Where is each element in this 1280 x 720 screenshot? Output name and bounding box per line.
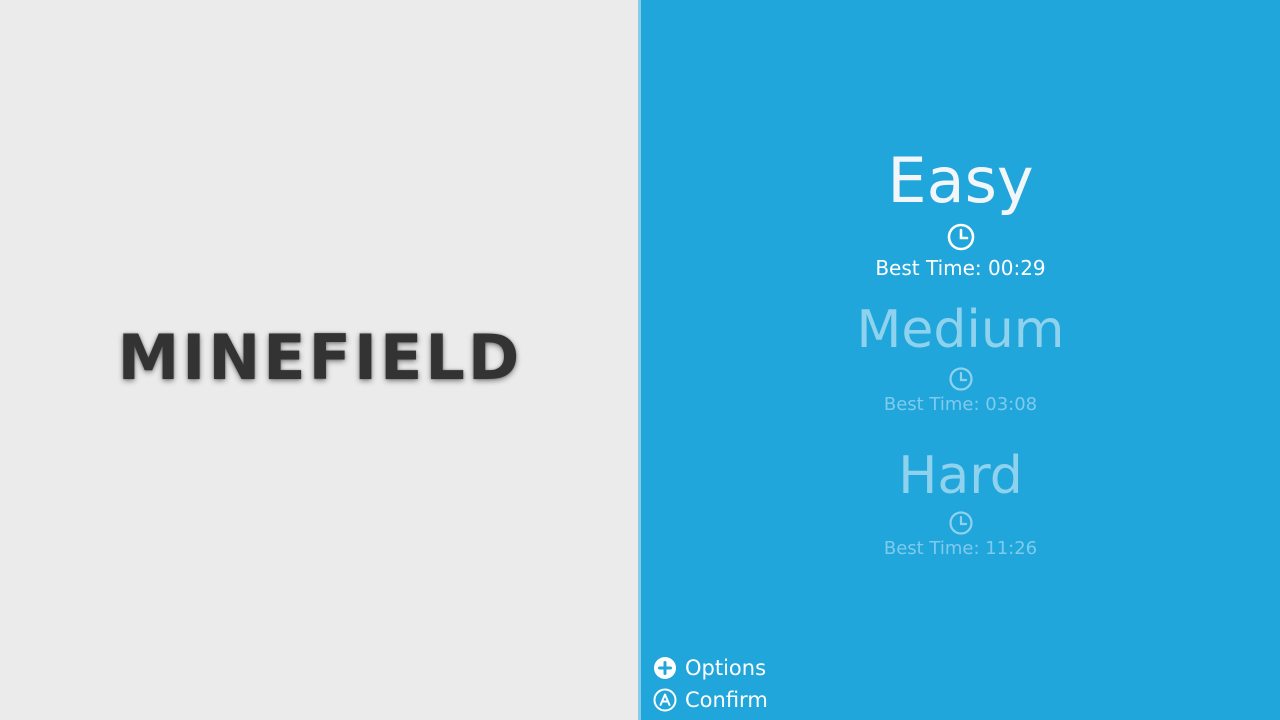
difficulty-option-hard[interactable]: Hard Best Time: 11:26: [641, 450, 1280, 559]
game-title: MINEFIELD: [117, 321, 523, 394]
difficulty-option-easy[interactable]: Easy Best Time: 00:29: [641, 144, 1280, 281]
button-hints: Options Confirm: [653, 652, 768, 716]
best-time: Best Time: 00:29: [875, 256, 1046, 280]
options-label: Options: [685, 656, 767, 680]
difficulty-menu: Easy Best Time: 00:29 Medium Best Time: …: [641, 0, 1280, 720]
difficulty-option-medium[interactable]: Medium Best Time: 03:08: [641, 304, 1280, 415]
difficulty-name: Medium: [856, 300, 1065, 360]
best-time: Best Time: 11:26: [883, 538, 1038, 559]
plus-button-icon: [654, 657, 676, 679]
difficulty-name: Hard: [898, 446, 1023, 506]
difficulty-name: Easy: [887, 144, 1034, 217]
clock-icon: [948, 511, 973, 535]
title-panel: MINEFIELD: [0, 0, 638, 720]
clock-icon: [947, 223, 974, 251]
a-button-icon: [653, 688, 677, 712]
game-screen: MINEFIELD Easy Best Time: 00:29 Medium B…: [0, 0, 1280, 720]
confirm-label: Confirm: [685, 688, 768, 712]
options-button[interactable]: Options: [653, 652, 768, 684]
best-time: Best Time: 03:08: [883, 394, 1038, 415]
confirm-button[interactable]: Confirm: [653, 684, 768, 716]
clock-icon: [948, 367, 973, 391]
